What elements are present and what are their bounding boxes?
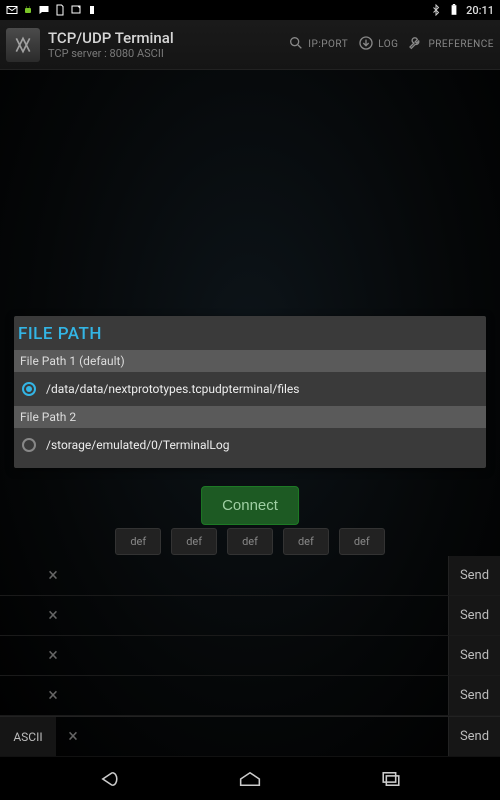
bluetooth-icon (430, 4, 442, 16)
send-row-2: × Send (0, 596, 500, 636)
panel-title: FILE PATH (14, 316, 486, 350)
clear-icon[interactable]: × (36, 645, 70, 666)
wrench-icon (408, 35, 424, 54)
header-actions: IP:PORT LOG PREFERENCE (288, 35, 494, 54)
clear-icon[interactable]: × (36, 565, 70, 586)
search-icon (288, 35, 304, 54)
download-circle-icon (358, 35, 374, 54)
preference-button[interactable]: PREFERENCE (408, 35, 494, 54)
send-button-1[interactable]: Send (448, 556, 500, 595)
send-button-ascii[interactable]: Send (448, 717, 500, 756)
send-input-4[interactable] (70, 676, 448, 715)
file-path-panel: FILE PATH File Path 1 (default) /data/da… (14, 316, 486, 468)
app-title: TCP/UDP Terminal (48, 29, 174, 47)
app-titles: TCP/UDP Terminal TCP server : 8080 ASCII (48, 29, 174, 60)
send-button-4[interactable]: Send (448, 676, 500, 715)
clear-icon[interactable]: × (36, 605, 70, 626)
file-path-1-row[interactable]: /data/data/nextprototypes.tcpudpterminal… (14, 372, 486, 406)
android-icon (22, 4, 34, 16)
note-icon (70, 4, 82, 16)
ipport-button[interactable]: IP:PORT (288, 35, 348, 54)
file-path-2-row[interactable]: /storage/emulated/0/TerminalLog (14, 428, 486, 462)
chat-icon (38, 4, 50, 16)
def-tab-row: def def def def def (0, 528, 500, 555)
send-row-3: × Send (0, 636, 500, 676)
clock-text: 20:11 (466, 4, 494, 17)
status-right: 20:11 (430, 4, 494, 17)
def-tab-1[interactable]: def (115, 528, 161, 555)
ipport-label: IP:PORT (308, 39, 348, 50)
clear-icon[interactable]: × (56, 726, 90, 747)
path-2-text: /storage/emulated/0/TerminalLog (46, 438, 229, 452)
app-icon[interactable] (6, 28, 40, 62)
app-subtitle: TCP server : 8080 ASCII (48, 47, 174, 60)
battery-small-icon (86, 4, 98, 16)
send-row-4: × Send (0, 676, 500, 716)
app-header: TCP/UDP Terminal TCP server : 8080 ASCII… (0, 20, 500, 70)
send-button-3[interactable]: Send (448, 636, 500, 675)
ascii-mode-button[interactable]: ASCII (0, 717, 56, 756)
def-tab-5[interactable]: def (339, 528, 385, 555)
connect-button[interactable]: Connect (201, 486, 299, 525)
back-button[interactable] (77, 763, 141, 795)
log-label: LOG (378, 39, 398, 50)
send-rows: × Send × Send × Send × Send ASCII × Send (0, 556, 500, 756)
ascii-row: ASCII × Send (0, 716, 500, 756)
main-content: FILE PATH File Path 1 (default) /data/da… (0, 70, 500, 756)
recents-button[interactable] (359, 763, 423, 795)
home-button[interactable] (218, 763, 282, 795)
def-tab-3[interactable]: def (227, 528, 273, 555)
page-icon (54, 4, 66, 16)
section-header-2: File Path 2 (14, 406, 486, 428)
status-left (6, 4, 98, 16)
def-tab-4[interactable]: def (283, 528, 329, 555)
mail-icon (6, 4, 18, 16)
radio-path-2[interactable] (22, 438, 36, 452)
preference-label: PREFERENCE (428, 39, 494, 50)
clear-icon[interactable]: × (36, 685, 70, 706)
section-header-1: File Path 1 (default) (14, 350, 486, 372)
status-bar: 20:11 (0, 0, 500, 20)
send-input-2[interactable] (70, 596, 448, 635)
android-navbar (0, 756, 500, 800)
def-tab-2[interactable]: def (171, 528, 217, 555)
send-input-1[interactable] (70, 556, 448, 595)
send-row-1: × Send (0, 556, 500, 596)
battery-icon (448, 4, 460, 16)
send-input-3[interactable] (70, 636, 448, 675)
log-button[interactable]: LOG (358, 35, 398, 54)
send-button-2[interactable]: Send (448, 596, 500, 635)
path-1-text: /data/data/nextprototypes.tcpudpterminal… (46, 382, 299, 396)
radio-path-1[interactable] (22, 382, 36, 396)
